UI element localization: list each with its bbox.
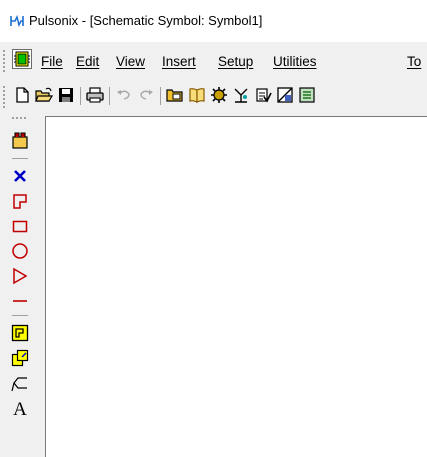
open-icon[interactable] <box>34 85 54 105</box>
toolbar-separator <box>80 87 81 105</box>
edit-tools-icon[interactable] <box>11 131 29 149</box>
menu-edit[interactable]: Edit <box>76 54 99 70</box>
menu-bar: File Edit View Insert Setup Utilities To <box>0 42 427 80</box>
undo-icon[interactable] <box>114 85 134 105</box>
left-toolbar-separator <box>12 315 28 316</box>
design-canvas[interactable] <box>45 116 427 457</box>
toolbar-separator <box>109 87 110 105</box>
window-title: Pulsonix - [Schematic Symbol: Symbol1] <box>29 13 263 28</box>
check-icon[interactable] <box>253 85 273 105</box>
menu-file[interactable]: File <box>41 54 63 70</box>
library-manager-icon[interactable] <box>187 85 207 105</box>
menu-view[interactable]: View <box>116 54 145 70</box>
copy-component-icon[interactable] <box>11 349 29 367</box>
add-pin-icon[interactable] <box>11 192 29 210</box>
main-toolbar <box>0 80 427 113</box>
add-line-icon[interactable] <box>11 292 29 310</box>
print-icon[interactable] <box>85 85 105 105</box>
add-triangle-icon[interactable] <box>11 267 29 285</box>
add-rectangle-icon[interactable] <box>11 217 29 235</box>
design-rules-icon[interactable] <box>231 85 251 105</box>
component-icon[interactable] <box>209 85 229 105</box>
pulsonix-app-icon <box>10 14 24 28</box>
add-label-icon[interactable] <box>11 374 29 392</box>
delete-icon[interactable] <box>11 167 29 185</box>
title-bar: Pulsonix - [Schematic Symbol: Symbol1] <box>0 0 427 42</box>
toolbar-grip[interactable] <box>3 86 7 108</box>
redo-icon[interactable] <box>136 85 156 105</box>
design-manager-icon[interactable] <box>165 85 185 105</box>
schematic-symbol-icon[interactable] <box>12 49 32 69</box>
toolbar-separator <box>160 87 161 105</box>
menu-insert[interactable]: Insert <box>162 54 196 70</box>
add-text-icon[interactable]: A <box>11 399 29 417</box>
menubar-grip[interactable] <box>3 50 7 72</box>
left-toolbar: A <box>0 113 43 457</box>
save-icon[interactable] <box>56 85 76 105</box>
menu-tools[interactable]: To <box>407 54 421 70</box>
report-icon[interactable] <box>275 85 295 105</box>
add-circle-icon[interactable] <box>11 242 29 260</box>
left-toolbar-grip[interactable] <box>12 117 26 121</box>
left-toolbar-separator <box>12 158 28 159</box>
new-icon[interactable] <box>12 85 32 105</box>
svg-text:A: A <box>13 399 27 417</box>
more-icon[interactable] <box>297 85 317 105</box>
menu-setup[interactable]: Setup <box>218 54 253 70</box>
menu-utilities[interactable]: Utilities <box>273 54 317 70</box>
add-component-icon[interactable] <box>11 324 29 342</box>
